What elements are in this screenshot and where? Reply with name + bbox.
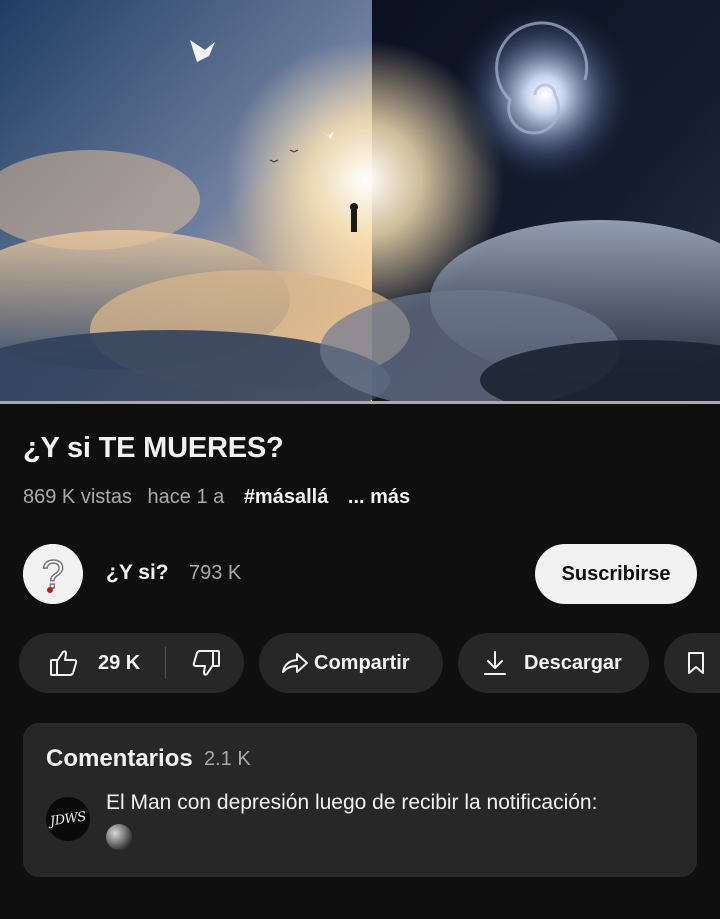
video-progress-fill (0, 401, 720, 404)
download-button[interactable]: Descargar (458, 633, 649, 693)
share-arrow-icon (281, 651, 309, 681)
share-button[interactable]: Compartir (259, 633, 443, 693)
comments-card[interactable]: Comentarios 2.1 K JDWS El Man con depres… (23, 723, 697, 877)
comments-title: Comentarios (46, 745, 193, 772)
video-player[interactable] (0, 0, 720, 402)
bookmark-icon (686, 651, 706, 681)
svg-text:?: ? (42, 553, 64, 597)
commenter-avatar-logo: JDWS (49, 809, 87, 829)
download-icon (483, 650, 507, 682)
video-thumbnail (0, 0, 720, 402)
comments-count: 2.1 K (204, 748, 251, 770)
share-label: Compartir (314, 652, 410, 674)
more-button[interactable]: ... más (348, 486, 410, 508)
commenter-avatar[interactable]: JDWS (46, 797, 90, 841)
channel-name[interactable]: ¿Y si? (106, 561, 169, 585)
subscriber-count: 793 K (189, 562, 242, 584)
subscribe-button[interactable]: Suscribirse (535, 544, 697, 604)
video-meta[interactable]: 869 K vistas hace 1 a #másallá ... más (23, 486, 420, 509)
video-progress-bar[interactable] (0, 401, 720, 404)
black-circle-emoji (106, 824, 132, 850)
video-title: ¿Y si TE MUERES? (23, 432, 284, 464)
save-button[interactable] (664, 633, 720, 693)
top-comment-text: El Man con depresión luego de recibir la… (106, 791, 598, 814)
thumbs-up-icon[interactable] (49, 649, 79, 683)
like-dislike-group: 29 K (19, 633, 244, 693)
question-mark-logo: ? (23, 544, 83, 604)
thumbs-down-icon[interactable] (191, 649, 221, 683)
like-divider (165, 647, 166, 679)
hashtag-link[interactable]: #másallá (244, 486, 329, 508)
channel-avatar[interactable]: ? (23, 544, 83, 604)
like-count[interactable]: 29 K (98, 652, 140, 675)
download-label: Descargar (524, 652, 622, 674)
upload-age: hace 1 a (147, 486, 225, 508)
view-count: 869 K vistas (23, 486, 132, 508)
